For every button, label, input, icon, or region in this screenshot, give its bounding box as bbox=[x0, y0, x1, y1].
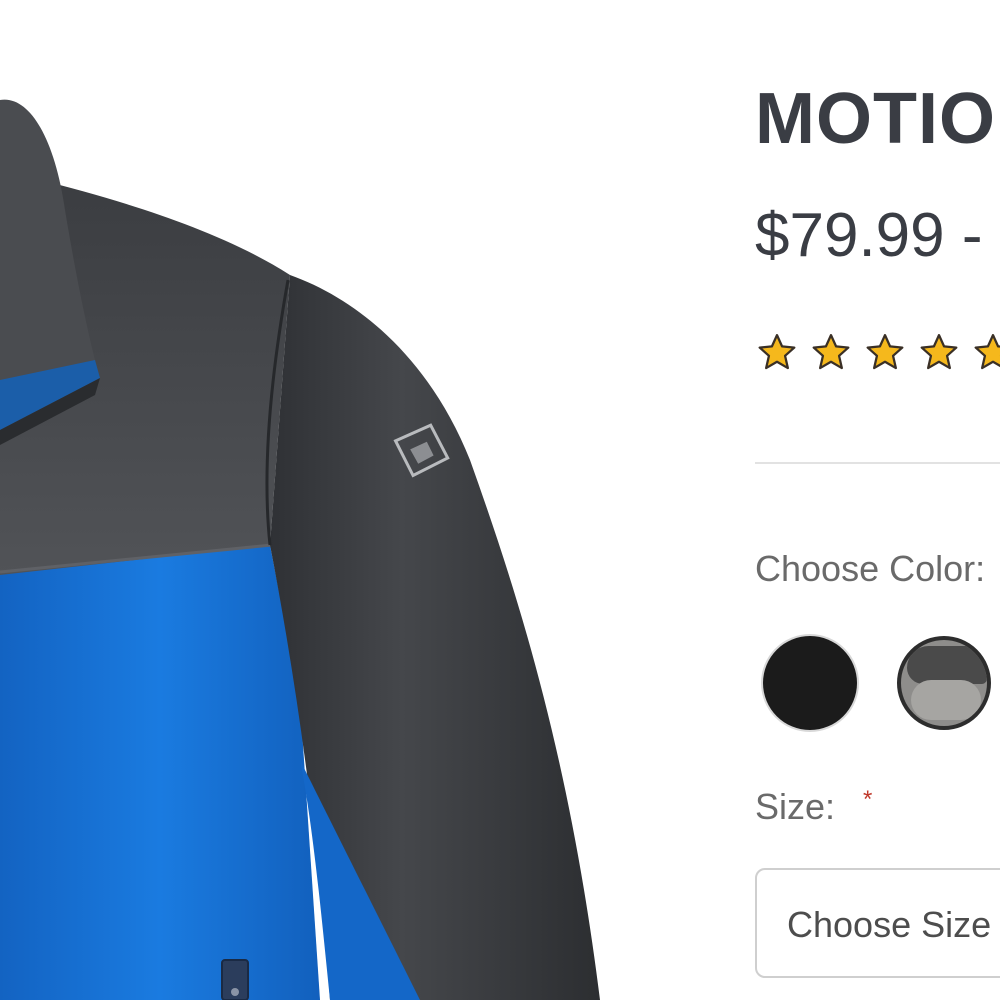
star-rating[interactable] bbox=[755, 332, 1000, 374]
star-icon bbox=[920, 334, 958, 370]
jacket-body-panel bbox=[0, 545, 320, 1000]
required-asterisk: * bbox=[863, 786, 873, 813]
star-icon bbox=[866, 334, 904, 370]
product-info-panel: MOTIO $79.99 - Choose Color: Size: * Cho… bbox=[755, 0, 1000, 1000]
jacket-illustration bbox=[0, 99, 600, 1000]
color-swatch-grey[interactable] bbox=[897, 636, 991, 730]
star-icon bbox=[812, 334, 850, 370]
product-title: MOTIO bbox=[755, 79, 996, 159]
size-select-dropdown[interactable]: Choose Size bbox=[755, 868, 1000, 978]
product-price: $79.99 - bbox=[755, 201, 983, 270]
color-swatch-black[interactable] bbox=[763, 636, 857, 730]
choose-color-label: Choose Color: bbox=[755, 548, 986, 589]
size-label: Size: bbox=[755, 786, 836, 827]
section-divider bbox=[755, 462, 1000, 464]
star-icon bbox=[974, 334, 1000, 370]
star-icon bbox=[758, 334, 796, 370]
product-image[interactable] bbox=[0, 0, 700, 1000]
size-select-placeholder: Choose Size bbox=[787, 904, 992, 945]
